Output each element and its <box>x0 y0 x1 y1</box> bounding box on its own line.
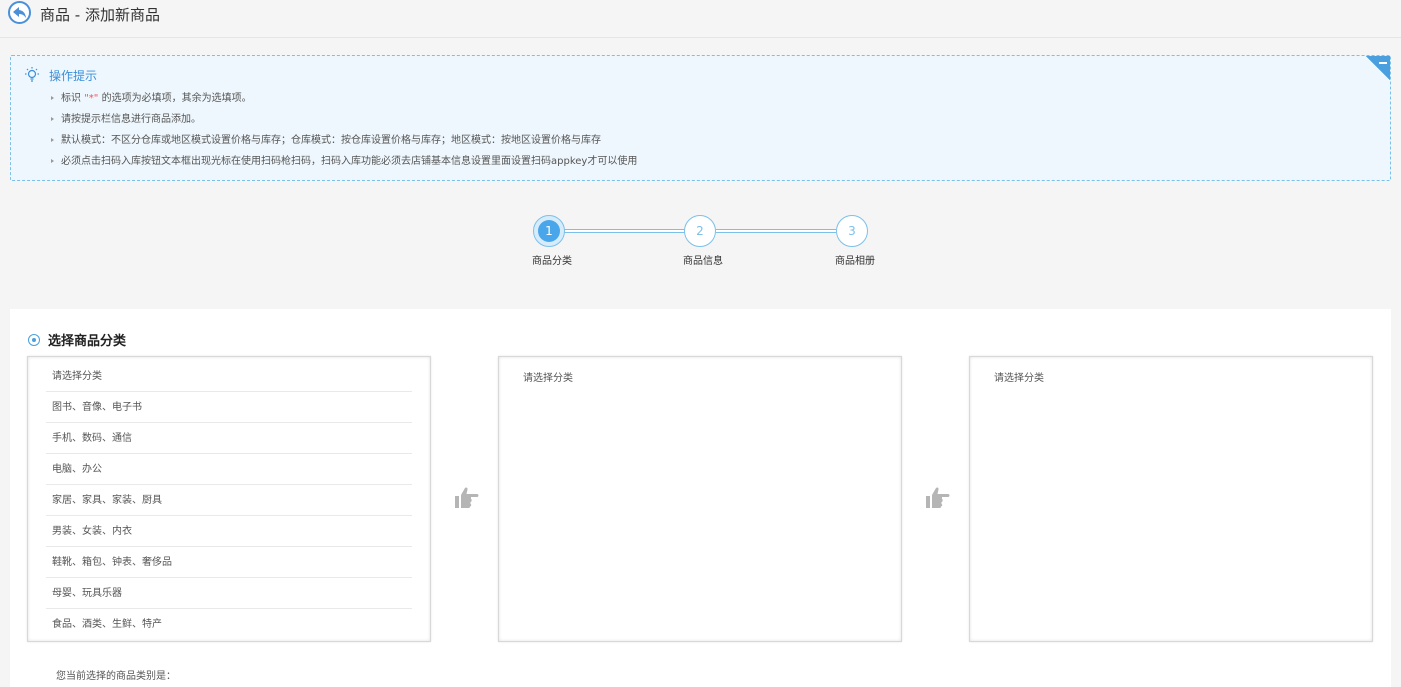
required-star: "*" <box>84 93 99 104</box>
tip-item: 请按提示栏信息进行商品添加。 <box>51 113 637 134</box>
tips-list: 标识 "*" 的选项为必填项，其余为选填项。 请按提示栏信息进行商品添加。 默认… <box>51 92 637 176</box>
step-1-label: 商品分类 <box>532 256 572 267</box>
pointing-hand-icon <box>926 487 950 508</box>
tip-item: 必须点击扫码入库按钮文本框出现光标在使用扫码枪扫码，扫码入库功能必须去店铺基本信… <box>51 155 637 176</box>
list-item[interactable]: 请选择分类 <box>46 361 412 392</box>
category-level-2[interactable]: 请选择分类 <box>498 356 902 642</box>
list-item[interactable]: 食品、酒类、生鲜、特产 <box>46 609 412 640</box>
top-bar: 商品 - 添加新商品 <box>0 0 1401 38</box>
category-placeholder: 请选择分类 <box>994 373 1044 384</box>
category-list: 请选择分类 图书、音像、电子书 手机、数码、通信 电脑、办公 家居、家具、家装、… <box>28 357 430 640</box>
back-arrow-icon <box>12 6 26 18</box>
category-placeholder: 请选择分类 <box>523 373 573 384</box>
page-title: 商品 - 添加新商品 <box>40 6 160 24</box>
category-level-3[interactable]: 请选择分类 <box>969 356 1373 642</box>
tips-panel: 操作提示 标识 "*" 的选项为必填项，其余为选填项。 请按提示栏信息进行商品添… <box>10 55 1391 181</box>
step-connector <box>564 229 686 233</box>
section-header: 选择商品分类 <box>28 330 126 349</box>
step-3-label: 商品相册 <box>835 256 875 267</box>
lightbulb-icon <box>25 67 39 82</box>
list-item[interactable]: 鞋靴、箱包、钟表、奢侈品 <box>46 547 412 578</box>
tip-item: 默认模式：不区分仓库或地区模式设置价格与库存；仓库模式：按仓库设置价格与库存；地… <box>51 134 637 155</box>
tip-text: 的选项为必填项，其余为选填项。 <box>98 93 252 104</box>
step-connector <box>716 229 836 233</box>
step-2-circle: 2 <box>684 215 716 247</box>
list-item[interactable]: 图书、音像、电子书 <box>46 392 412 423</box>
section-title: 选择商品分类 <box>48 334 127 349</box>
list-item[interactable]: 家居、家具、家装、厨具 <box>46 485 412 516</box>
tip-text: 标识 <box>61 93 85 104</box>
progress-steps: 1 2 3 商品分类 商品信息 商品相册 <box>520 213 900 273</box>
step-number: 1 <box>538 220 560 242</box>
category-level-1[interactable]: 请选择分类 图书、音像、电子书 手机、数码、通信 电脑、办公 家居、家具、家装、… <box>27 356 431 642</box>
pointing-hand-icon <box>455 487 479 508</box>
current-category-label: 您当前选择的商品类别是： <box>56 671 176 682</box>
category-panel: 选择商品分类 请选择分类 图书、音像、电子书 手机、数码、通信 电脑、办公 家居… <box>10 309 1391 687</box>
list-item[interactable]: 电脑、办公 <box>46 454 412 485</box>
back-button[interactable] <box>8 1 31 24</box>
tips-title: 操作提示 <box>49 68 98 83</box>
collapse-icon[interactable] <box>1366 56 1390 80</box>
tips-header: 操作提示 <box>23 66 97 84</box>
list-item[interactable]: 男装、女装、内衣 <box>46 516 412 547</box>
step-2-label: 商品信息 <box>683 256 723 267</box>
tip-item: 标识 "*" 的选项为必填项，其余为选填项。 <box>51 92 637 113</box>
list-item[interactable]: 母婴、玩具乐器 <box>46 578 412 609</box>
step-1-circle: 1 <box>533 215 565 247</box>
section-dot-icon <box>28 333 40 346</box>
step-3-circle: 3 <box>836 215 868 247</box>
list-item[interactable]: 手机、数码、通信 <box>46 423 412 454</box>
